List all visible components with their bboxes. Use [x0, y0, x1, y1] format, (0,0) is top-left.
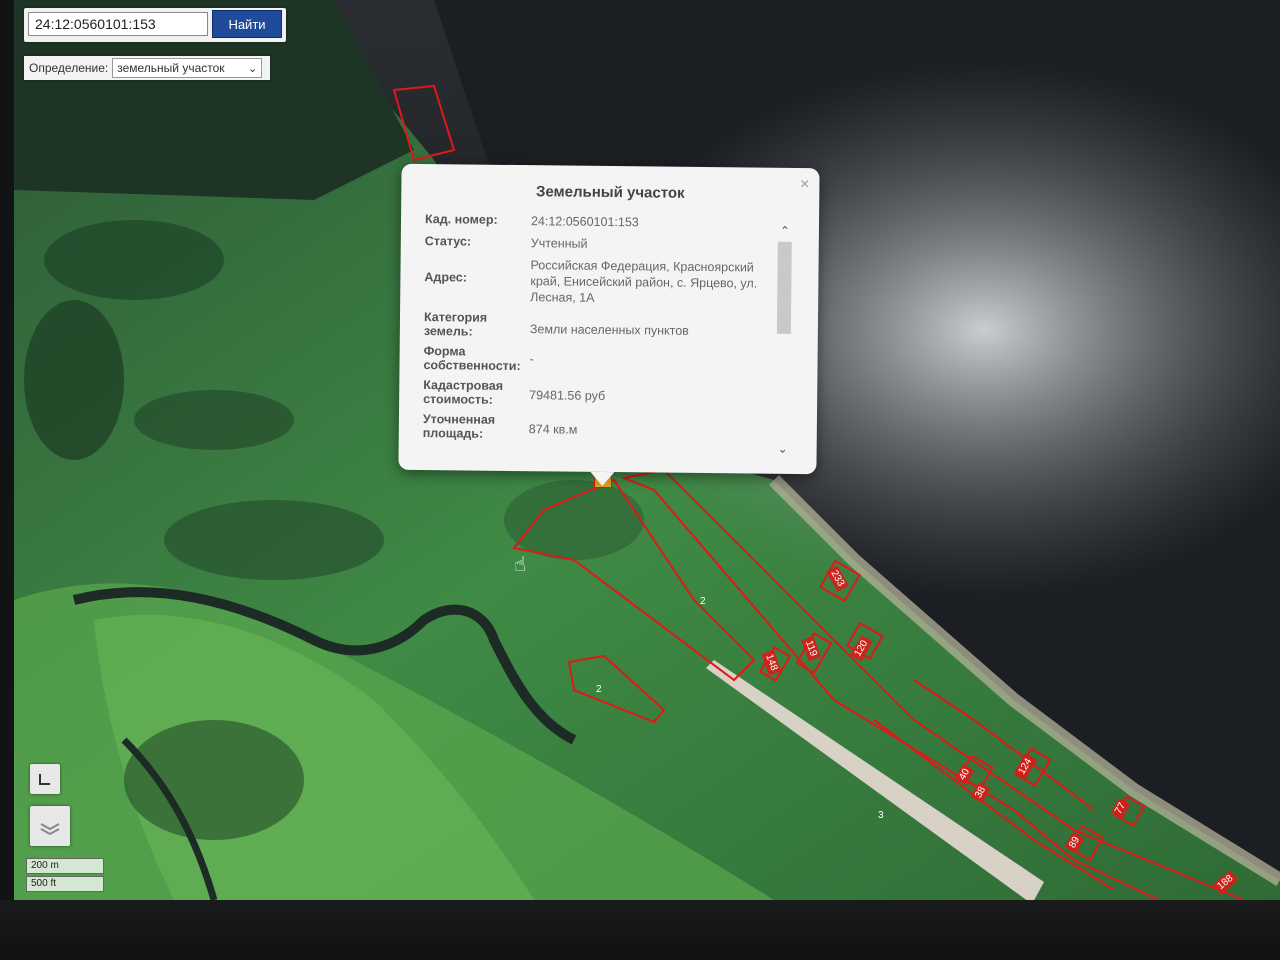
- row-status: Статус: Учтенный: [425, 234, 765, 254]
- row-address: Адрес: Российская Федерация, Красноярски…: [424, 256, 764, 308]
- row-value: 874 кв.м: [528, 422, 578, 437]
- row-key: Статус:: [424, 234, 472, 249]
- row-key: Форма собственности:: [423, 344, 521, 374]
- row-key: Уточненная площадь:: [422, 412, 496, 441]
- popup-title: Земельный участок: [535, 183, 685, 202]
- row-area: Уточненная площадь: 874 кв.м: [423, 412, 763, 444]
- parcel-info-popup: × Земельный участок Кад. номер: 24:12:05…: [398, 163, 820, 475]
- scale-metric: 200 m: [26, 858, 104, 874]
- row-value: 24:12:0560101:153: [530, 214, 639, 230]
- hand-cursor-icon: ☝: [514, 554, 527, 576]
- row-key: Адрес:: [424, 270, 467, 285]
- row-ownership-form: Форма собственности: -: [423, 344, 763, 376]
- row-value: Учтенный: [530, 236, 588, 251]
- chevron-down-icon[interactable]: ⌄: [775, 442, 791, 456]
- row-cadastral-value: Кадастровая стоимость: 79481.56 руб: [423, 378, 763, 410]
- definition-label: Определение:: [29, 61, 109, 75]
- row-key: Категория земель:: [423, 310, 488, 339]
- map-scale: 200 m 500 ft: [26, 858, 104, 892]
- layers-icon[interactable]: [30, 806, 70, 846]
- row-value: 79481.56 руб: [529, 388, 606, 403]
- row-value: Российская Федерация, Красноярский край,…: [530, 258, 758, 305]
- chevron-down-icon: ⌄: [248, 62, 258, 75]
- scale-imperial: 500 ft: [26, 876, 104, 892]
- monitor-bezel-left: [0, 0, 14, 960]
- fullscreen-icon[interactable]: [30, 764, 60, 794]
- scrollbar-thumb[interactable]: [776, 241, 792, 334]
- row-value: -: [529, 352, 534, 367]
- row-key: Кад. номер:: [424, 212, 498, 227]
- row-value: Земли населенных пунктов: [529, 322, 689, 338]
- row-land-category: Категория земель: Земли населенных пункт…: [424, 310, 764, 342]
- parcel-label-2a[interactable]: 2: [700, 596, 706, 607]
- monitor-bezel-bottom: [0, 900, 1280, 960]
- parcel-label-2b[interactable]: 2: [596, 684, 602, 695]
- definition-selected-value: земельный участок: [117, 61, 225, 75]
- definition-select[interactable]: земельный участок ⌄: [112, 58, 263, 78]
- popup-rows[interactable]: Кад. номер: 24:12:0560101:153 Статус: Уч…: [423, 212, 765, 448]
- parcel-label-3[interactable]: 3: [878, 810, 884, 821]
- popup-scrollbar[interactable]: ⌃ ⌄: [775, 224, 793, 456]
- chevron-up-icon[interactable]: ⌃: [777, 224, 793, 238]
- cadastral-search-input[interactable]: [28, 12, 208, 36]
- row-cadastral-number: Кад. номер: 24:12:0560101:153: [425, 212, 765, 232]
- row-key: Кадастровая стоимость:: [423, 378, 504, 407]
- definition-control: Определение: земельный участок ⌄: [24, 56, 270, 80]
- find-button[interactable]: Найти: [212, 10, 282, 38]
- search-bar: Найти: [24, 8, 286, 42]
